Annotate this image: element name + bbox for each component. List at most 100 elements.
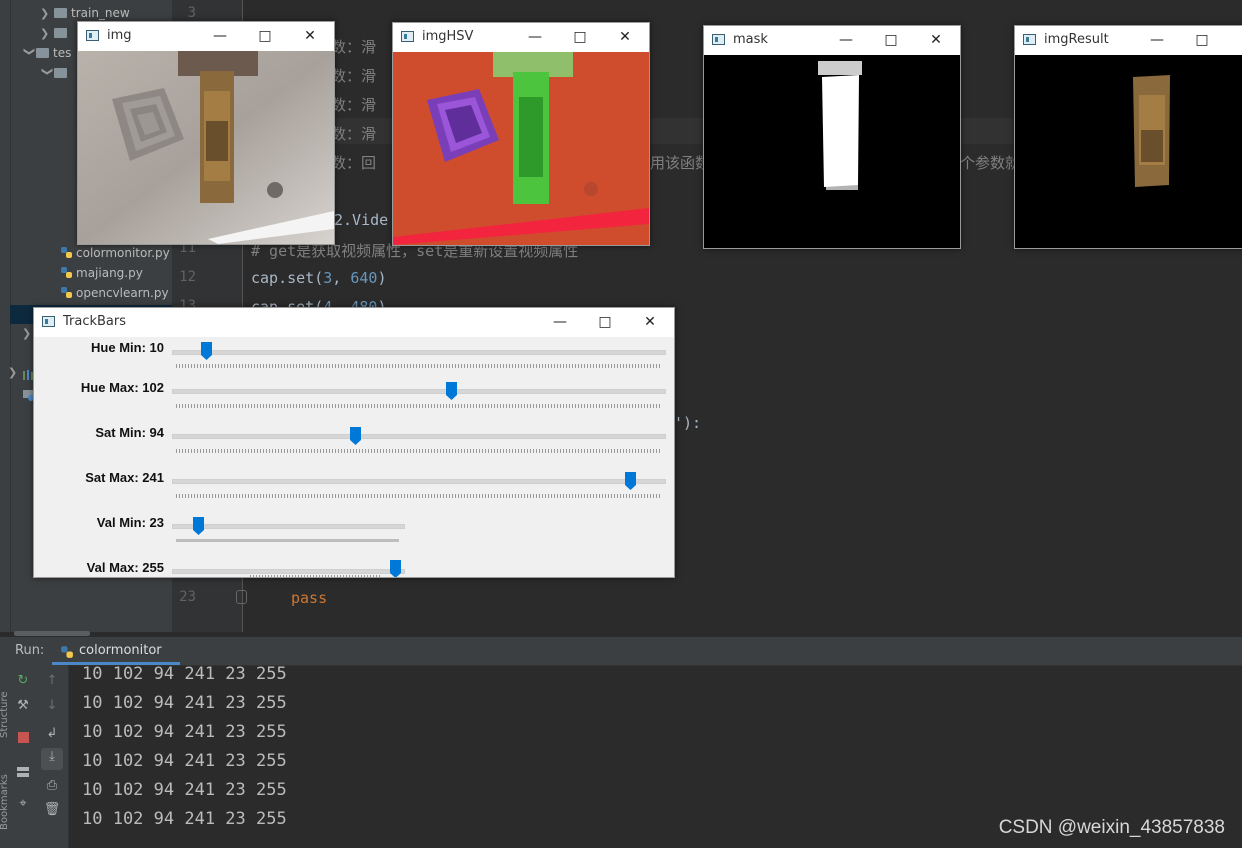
- img-window[interactable]: img — □ ✕: [77, 21, 335, 245]
- tree-row-subfolder[interactable]: ❯: [40, 64, 71, 82]
- trackbar-thumb-sat-min[interactable]: [350, 427, 361, 445]
- window-title: imgResult: [1044, 32, 1109, 47]
- window-title: TrackBars: [63, 314, 127, 329]
- window-titlebar[interactable]: mask — □ ✕: [704, 26, 960, 55]
- tree-row-train-new[interactable]: ❯ train_new: [40, 4, 130, 22]
- hsv-image: [393, 52, 649, 245]
- imghsv-window[interactable]: imgHSV — □ ✕: [392, 22, 650, 246]
- trackbar-ticks: [176, 364, 660, 368]
- close-icon[interactable]: ✕: [926, 30, 946, 50]
- tree-row-label: tes: [53, 46, 72, 60]
- trackbar-track-val-min[interactable]: [172, 524, 405, 529]
- minimize-icon[interactable]: —: [210, 26, 230, 46]
- maximize-icon[interactable]: □: [881, 30, 901, 50]
- console-output-line: 10 102 94 241 23 255: [82, 809, 287, 829]
- trackbar-label-sat-min: Sat Min: 94: [95, 425, 164, 440]
- minimize-icon[interactable]: —: [525, 27, 545, 47]
- layout-icon[interactable]: [14, 763, 32, 781]
- python-file-icon: [60, 644, 74, 658]
- console-output-line: 10 102 94 241 23 255: [82, 780, 287, 800]
- window-titlebar[interactable]: TrackBars — □ ✕: [34, 308, 674, 337]
- trackbar-thumb-hue-min[interactable]: [201, 342, 212, 360]
- opencv-window-icon: [401, 31, 414, 42]
- maximize-icon[interactable]: □: [255, 26, 275, 46]
- trackbar-thumb-val-max[interactable]: [390, 560, 401, 577]
- chevron-down-icon[interactable]: ❯: [38, 67, 56, 81]
- trackbar-track-hue-min[interactable]: [172, 350, 666, 355]
- imgresult-window[interactable]: imgResult — □: [1014, 25, 1242, 249]
- window-title: imgHSV: [422, 29, 474, 44]
- line-number: 3: [187, 5, 196, 21]
- bookmarks-side-label[interactable]: Bookmarks: [0, 765, 10, 830]
- trash-icon[interactable]: 🗑: [43, 801, 61, 819]
- stop-icon[interactable]: [14, 729, 32, 747]
- code-line: 2.Vide: [334, 211, 389, 229]
- close-icon[interactable]: ✕: [615, 27, 635, 47]
- trackbars-window[interactable]: TrackBars — □ ✕ Hue Min: 10 Hue Max: 102…: [33, 307, 675, 578]
- file-label: opencvlearn.py: [76, 286, 169, 300]
- folder-icon: [54, 8, 67, 18]
- trackbar-track-sat-max[interactable]: [172, 479, 666, 484]
- camera-image: [78, 51, 334, 244]
- python-file-icon: [61, 287, 72, 298]
- line-number: 23: [179, 589, 196, 605]
- code-comment: 个参数就: [960, 152, 1020, 173]
- trackbar-track-val-max[interactable]: [172, 569, 405, 574]
- tree-row-collapsed-2[interactable]: ❯: [8, 363, 22, 381]
- tree-row-label: train_new: [71, 6, 130, 20]
- trackbar-thumb-val-min[interactable]: [193, 517, 204, 535]
- rerun-icon[interactable]: ↻: [14, 672, 32, 690]
- trackbar-ticks: [176, 449, 660, 453]
- file-colormonitor[interactable]: colormonitor.py: [60, 244, 170, 262]
- maximize-icon[interactable]: □: [570, 27, 590, 47]
- file-label: majiang.py: [76, 266, 143, 280]
- chevron-right-icon[interactable]: ❯: [40, 5, 54, 23]
- trackbar-ticks: [176, 494, 660, 498]
- trackbar-thumb-sat-max[interactable]: [625, 472, 636, 490]
- chevron-right-icon[interactable]: ❯: [40, 25, 54, 43]
- horizontal-scrollbar[interactable]: [14, 631, 90, 636]
- print-icon[interactable]: ⎙: [43, 777, 61, 795]
- window-titlebar[interactable]: imgHSV — □ ✕: [393, 23, 649, 52]
- trackbars-panel: Hue Min: 10 Hue Max: 102 Sat Min: 94 Sat…: [34, 337, 674, 577]
- fold-marker-icon[interactable]: [236, 590, 247, 604]
- file-label: colormonitor.py: [76, 246, 170, 260]
- tree-row-folder[interactable]: ❯: [40, 24, 71, 42]
- minimize-icon[interactable]: —: [836, 30, 856, 50]
- minimize-icon[interactable]: —: [550, 312, 570, 332]
- close-icon[interactable]: ✕: [640, 312, 660, 332]
- code-number: 640: [350, 269, 378, 287]
- pin-icon[interactable]: ⌖: [14, 795, 32, 813]
- chevron-down-icon[interactable]: ❯: [20, 47, 38, 61]
- window-titlebar[interactable]: img — □ ✕: [78, 22, 334, 51]
- console-output-line: 10 102 94 241 23 255: [82, 722, 287, 742]
- mask-window[interactable]: mask — □ ✕: [703, 25, 961, 249]
- trackbar-ticks: [176, 404, 660, 408]
- scroll-to-end-icon[interactable]: ⤓: [41, 748, 63, 770]
- soft-wrap-icon[interactable]: ↲: [43, 725, 61, 743]
- code-token: ): [377, 269, 387, 287]
- chevron-right-icon[interactable]: ❯: [8, 364, 22, 382]
- scroll-down-icon[interactable]: ↓: [43, 697, 61, 715]
- file-majiang[interactable]: majiang.py: [60, 264, 143, 282]
- run-panel-header: [0, 637, 1242, 666]
- trackbar-label-hue-max: Hue Max: 102: [80, 380, 164, 395]
- window-titlebar[interactable]: imgResult — □: [1015, 26, 1242, 55]
- tree-row-tes[interactable]: ❯ tes: [22, 44, 71, 62]
- comment-text: 个参数就: [960, 154, 1021, 172]
- close-icon[interactable]: ✕: [300, 26, 320, 46]
- minimize-icon[interactable]: —: [1147, 30, 1167, 50]
- file-opencvlearn[interactable]: opencvlearn.py: [60, 284, 169, 302]
- structure-side-label[interactable]: Structure: [0, 678, 10, 738]
- trackbar-track-sat-min[interactable]: [172, 434, 666, 439]
- opencv-window-icon: [42, 316, 55, 327]
- scroll-up-icon[interactable]: ↑: [43, 672, 61, 690]
- trackbar-ticks: [176, 539, 399, 542]
- code-comment: 用该函数: [650, 152, 710, 173]
- wrench-icon[interactable]: ⚒: [14, 697, 32, 715]
- maximize-icon[interactable]: □: [595, 312, 615, 332]
- maximize-icon[interactable]: □: [1192, 30, 1212, 50]
- trackbar-thumb-hue-max[interactable]: [446, 382, 457, 400]
- code-token: cap.set(: [251, 269, 324, 287]
- trackbar-track-hue-max[interactable]: [172, 389, 666, 394]
